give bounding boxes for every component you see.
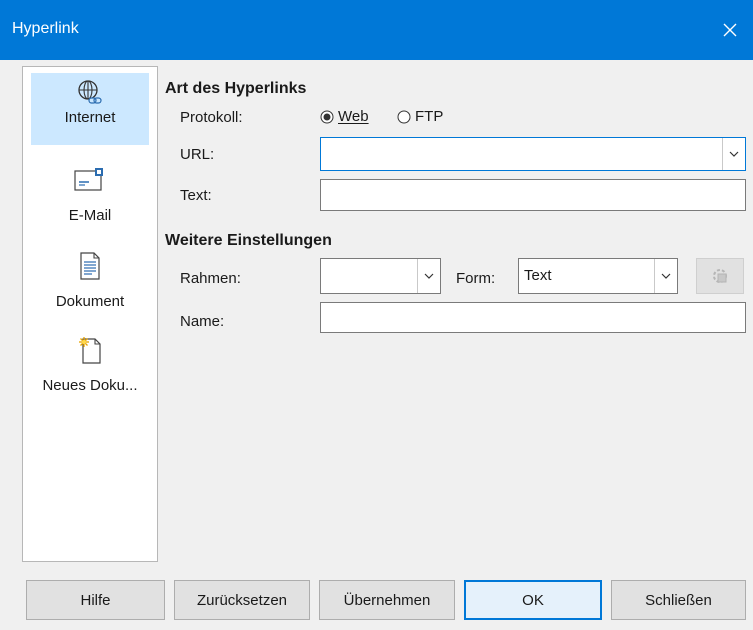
- sidebar-item-label: Internet: [64, 109, 116, 126]
- window-title: Hyperlink: [12, 20, 79, 37]
- close-button-label: Schließen: [645, 591, 712, 609]
- events-button[interactable]: [696, 258, 744, 294]
- globe-link-icon: [78, 80, 102, 104]
- hyperlink-type-sidebar: Internet E-Mail Dokument Neues Doku...: [22, 66, 158, 562]
- url-combobox[interactable]: [320, 137, 746, 171]
- frame-combobox[interactable]: [320, 258, 441, 294]
- help-button-label: Hilfe: [80, 591, 111, 609]
- new-document-icon: [79, 337, 101, 364]
- url-label: URL:: [180, 146, 215, 163]
- reset-button[interactable]: Zurücksetzen: [174, 580, 310, 620]
- chevron-down-icon: [424, 273, 434, 279]
- close-button[interactable]: Schließen: [611, 580, 746, 620]
- sidebar-item-document[interactable]: Dokument: [31, 251, 149, 323]
- help-button[interactable]: Hilfe: [26, 580, 165, 620]
- frame-dropdown-button[interactable]: [417, 259, 440, 293]
- close-icon: [723, 23, 737, 37]
- reset-button-label: Zurücksetzen: [196, 591, 288, 609]
- close-window-button[interactable]: [707, 0, 753, 60]
- url-dropdown-button[interactable]: [722, 138, 745, 170]
- hyperlink-type-heading: Art des Hyperlinks: [165, 80, 307, 97]
- envelope-icon: [74, 168, 103, 191]
- sidebar-item-new-document[interactable]: Neues Doku...: [31, 335, 149, 407]
- radio-unselected-icon: [397, 110, 411, 123]
- title-bar: Hyperlink: [0, 0, 753, 60]
- chevron-down-icon: [729, 151, 739, 157]
- protocol-ftp-radio[interactable]: FTP: [397, 108, 443, 125]
- gear-macro-icon: [713, 269, 727, 283]
- ok-button[interactable]: OK: [464, 580, 602, 620]
- name-field[interactable]: [320, 302, 746, 333]
- sidebar-item-label: Dokument: [55, 293, 125, 310]
- protocol-label: Protokoll:: [180, 109, 243, 126]
- text-field[interactable]: [320, 179, 746, 211]
- sidebar-item-email[interactable]: E-Mail: [31, 165, 149, 237]
- form-label: Form:: [456, 270, 496, 287]
- sidebar-item-internet[interactable]: Internet: [31, 73, 149, 145]
- chevron-down-icon: [661, 273, 671, 279]
- dialog-body: Internet E-Mail Dokument Neues Doku... A…: [0, 60, 753, 630]
- form-dropdown-button[interactable]: [654, 259, 677, 293]
- apply-button-label: Übernehmen: [343, 591, 431, 609]
- protocol-web-radio[interactable]: Web: [320, 108, 369, 125]
- frame-label: Rahmen:: [180, 270, 241, 287]
- further-settings-heading: Weitere Einstellungen: [165, 232, 332, 249]
- form-value: Text: [524, 267, 552, 284]
- name-label: Name:: [180, 313, 225, 330]
- text-label: Text:: [180, 187, 212, 204]
- radio-selected-icon: [320, 110, 334, 123]
- apply-button[interactable]: Übernehmen: [319, 580, 455, 620]
- sidebar-item-label: E-Mail: [68, 207, 112, 224]
- form-combobox[interactable]: Text: [518, 258, 678, 294]
- protocol-ftp-label: FTP: [415, 108, 444, 125]
- ok-button-label: OK: [522, 591, 544, 609]
- document-icon: [80, 252, 100, 280]
- sidebar-item-label: Neues Doku...: [42, 377, 138, 394]
- protocol-web-label: Web: [338, 108, 369, 125]
